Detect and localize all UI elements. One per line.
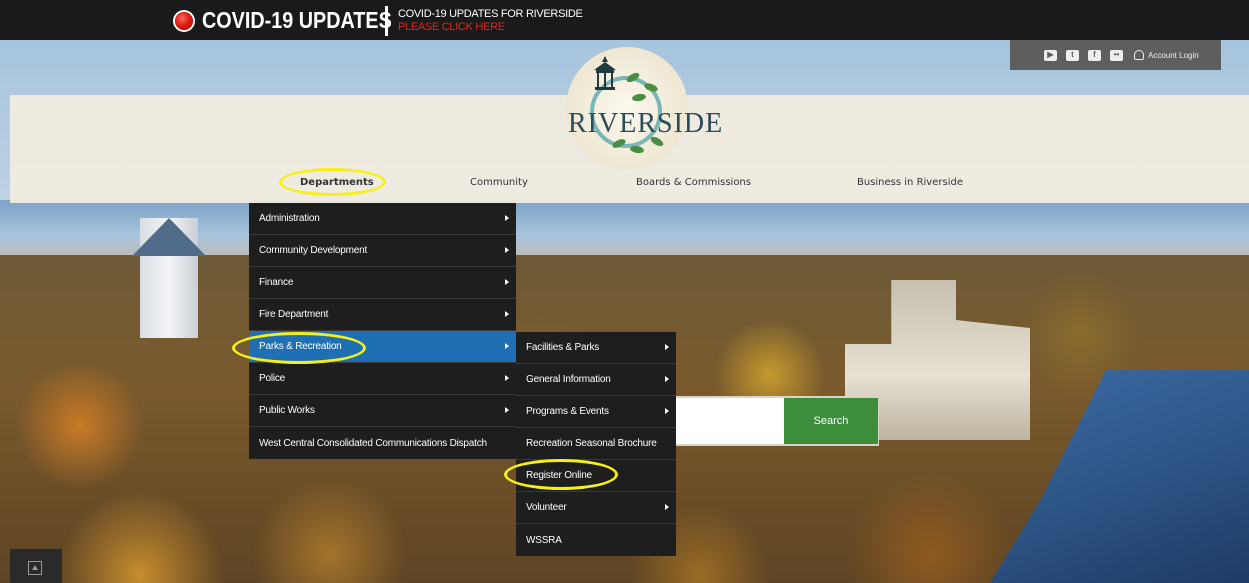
chevron-right-icon [505, 247, 509, 253]
account-login-link[interactable]: Account Login [1134, 50, 1199, 60]
chevron-right-icon [665, 376, 669, 382]
highlight-ellipse-departments [279, 168, 386, 196]
menu-item-label: Administration [259, 213, 320, 224]
submenu-item-label: WSSRA [526, 534, 562, 546]
chevron-right-icon [665, 504, 669, 510]
menu-item-label: Finance [259, 277, 294, 288]
covid-banner[interactable]: COVID-19 UPDATES COVID-19 UPDATES FOR RI… [0, 0, 1249, 40]
menu-item-label: Fire Department [259, 309, 329, 320]
account-login-label: Account Login [1148, 50, 1199, 60]
submenu-item-facilities-parks[interactable]: Facilities & Parks [516, 332, 676, 364]
arrow-up-icon [28, 561, 42, 575]
facebook-icon[interactable]: f [1088, 49, 1101, 61]
menu-item-label: Public Works [259, 405, 315, 416]
chevron-right-icon [505, 279, 509, 285]
user-icon [1134, 50, 1144, 60]
menu-item-label: West Central Consolidated Communications… [259, 437, 487, 449]
nav-boards-commissions[interactable]: Boards & Commissions [636, 177, 751, 188]
nav-community[interactable]: Community [470, 177, 528, 188]
highlight-ellipse-parks [232, 332, 366, 364]
menu-item-community-development[interactable]: Community Development [249, 235, 516, 267]
submenu-item-wssra[interactable]: WSSRA [516, 524, 676, 556]
submenu-item-label: Facilities & Parks [526, 342, 600, 353]
gazebo-icon [594, 56, 616, 90]
submenu-item-label: Programs & Events [526, 406, 609, 417]
alert-dot-icon [175, 12, 193, 30]
chevron-right-icon [505, 375, 509, 381]
menu-item-dispatch[interactable]: West Central Consolidated Communications… [249, 427, 516, 459]
menu-item-finance[interactable]: Finance [249, 267, 516, 299]
menu-item-fire-department[interactable]: Fire Department [249, 299, 516, 331]
parks-recreation-submenu: Facilities & Parks General Information P… [516, 332, 676, 556]
menu-item-label: Community Development [259, 245, 368, 256]
social-account-bar: ▶ t f •• Account Login [1010, 40, 1221, 70]
highlight-ellipse-register [504, 459, 618, 490]
divider [385, 6, 388, 36]
twitter-icon[interactable]: t [1066, 49, 1079, 61]
chevron-right-icon [505, 343, 509, 349]
water-tower-roof [132, 218, 206, 256]
submenu-item-seasonal-brochure[interactable]: Recreation Seasonal Brochure [516, 428, 676, 460]
departments-dropdown: Administration Community Development Fin… [249, 203, 516, 459]
chevron-right-icon [505, 215, 509, 221]
submenu-item-label: Recreation Seasonal Brochure [526, 438, 657, 449]
menu-item-police[interactable]: Police [249, 363, 516, 395]
chevron-right-icon [665, 344, 669, 350]
covid-click-link[interactable]: PLEASE CLICK HERE [398, 21, 505, 33]
submenu-item-label: General Information [526, 374, 611, 385]
submenu-item-programs-events[interactable]: Programs & Events [516, 396, 676, 428]
chevron-right-icon [505, 407, 509, 413]
submenu-item-general-information[interactable]: General Information [516, 364, 676, 396]
submenu-item-label: Volunteer [526, 502, 567, 513]
chevron-right-icon [665, 408, 669, 414]
menu-item-administration[interactable]: Administration [249, 203, 516, 235]
youtube-icon[interactable]: ▶ [1044, 49, 1057, 61]
submenu-item-volunteer[interactable]: Volunteer [516, 492, 676, 524]
menu-item-public-works[interactable]: Public Works [249, 395, 516, 427]
covid-subtitle[interactable]: COVID-19 UPDATES FOR RIVERSIDE [398, 8, 583, 20]
menu-item-label: Police [259, 373, 286, 384]
logo-wordmark: RIVERSIDE [568, 108, 724, 139]
chevron-right-icon [505, 311, 509, 317]
search-button[interactable]: Search [784, 398, 878, 444]
scroll-to-top-button[interactable] [10, 549, 62, 583]
flickr-icon[interactable]: •• [1110, 49, 1123, 61]
search-input[interactable] [676, 398, 784, 444]
covid-title[interactable]: COVID-19 UPDATES [202, 7, 392, 34]
nav-business[interactable]: Business in Riverside [857, 177, 963, 188]
